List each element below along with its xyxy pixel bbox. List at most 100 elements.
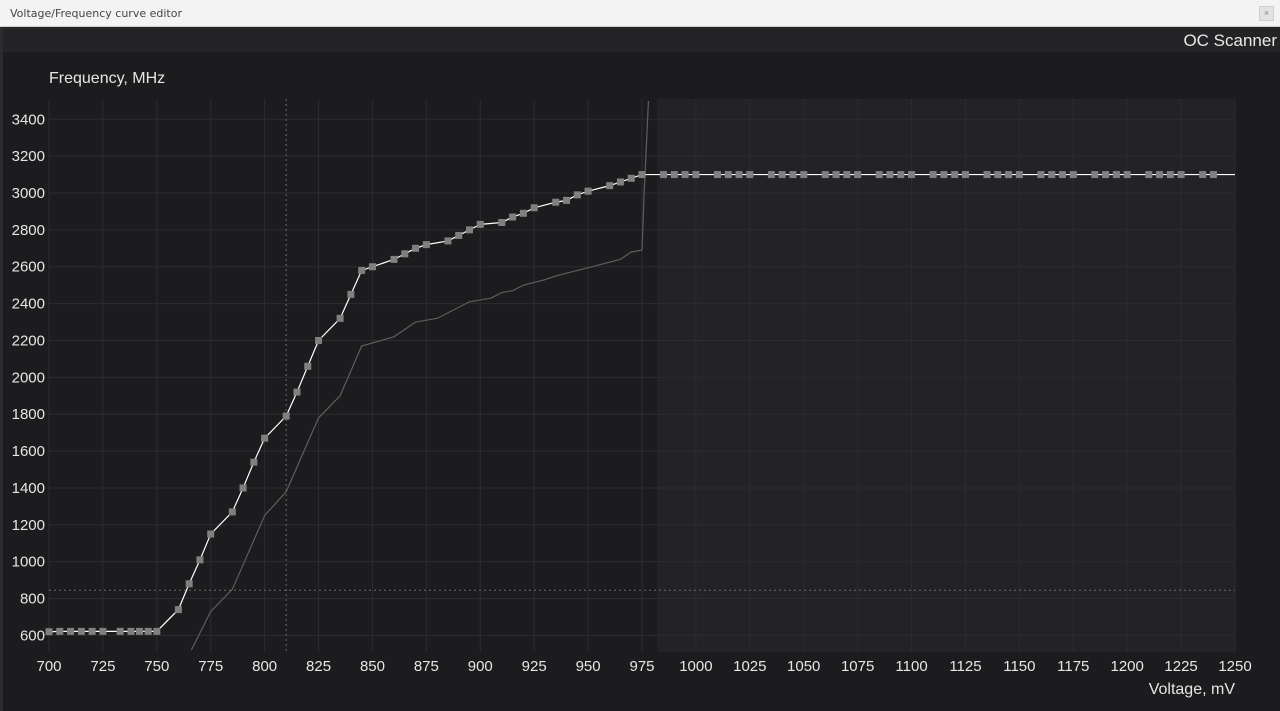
curve-point[interactable] [390,255,398,263]
curve-point[interactable] [886,171,894,179]
curve-point[interactable] [713,171,721,179]
curve-point[interactable] [412,244,420,252]
curve-point[interactable] [250,458,258,466]
curve-point[interactable] [519,209,527,217]
curve-point[interactable] [304,362,312,370]
curve-point[interactable] [174,606,182,614]
curve-point[interactable] [832,171,840,179]
curve-point[interactable] [368,263,376,271]
curve-point[interactable] [789,171,797,179]
curve-point[interactable] [1166,171,1174,179]
curve-point[interactable] [1102,171,1110,179]
curve-point[interactable] [940,171,948,179]
curve-point[interactable] [99,627,107,635]
curve-point[interactable] [56,627,64,635]
x-axis-label: Voltage, mV [1149,681,1236,698]
curve-point[interactable] [196,556,204,564]
curve-point[interactable] [185,580,193,588]
curve-point[interactable] [1177,171,1185,179]
curve-point[interactable] [77,627,85,635]
curve-point[interactable] [660,171,668,179]
curve-point[interactable] [239,484,247,492]
curve-point[interactable] [261,434,269,442]
curve-point[interactable] [444,237,452,245]
curve-point[interactable] [498,219,506,227]
curve-point[interactable] [1112,171,1120,179]
curve-point[interactable] [552,198,560,206]
curve-point[interactable] [530,204,538,212]
curve-point[interactable] [422,241,430,249]
y-axis-label: Frequency, MHz [49,70,165,87]
curve-point[interactable] [293,388,301,396]
curve-point[interactable] [127,627,135,635]
curve-point[interactable] [1145,171,1153,179]
curve-point[interactable] [153,627,161,635]
curve-point[interactable] [670,171,678,179]
curve-point[interactable] [627,174,635,182]
x-tick-label: 950 [576,658,601,675]
curve-point[interactable] [315,336,323,344]
curve-point[interactable] [1037,171,1045,179]
curve-point[interactable] [1048,171,1056,179]
curve-point[interactable] [951,171,959,179]
curve-point[interactable] [136,627,144,635]
curve-point[interactable] [821,171,829,179]
curve-point[interactable] [692,171,700,179]
curve-point[interactable] [88,627,96,635]
x-tick-label: 1150 [1003,658,1035,675]
curve-point[interactable] [746,171,754,179]
curve-point[interactable] [961,171,969,179]
curve-point[interactable] [983,171,991,179]
curve-point[interactable] [1156,171,1164,179]
vf-curve-chart[interactable]: 700 725 750 775 800 825 850 875 900 925 950 975 1000… [0,0,1280,711]
curve-point[interactable] [465,226,473,234]
curve-point[interactable] [1123,171,1131,179]
curve-point[interactable] [358,266,366,274]
curve-point[interactable] [1199,171,1207,179]
curve-point[interactable] [45,628,53,636]
curve-point[interactable] [573,191,581,199]
curve-point[interactable] [724,171,732,179]
curve-point[interactable] [584,187,592,195]
curve-point[interactable] [908,171,916,179]
curve-point[interactable] [929,171,937,179]
curve-point[interactable] [144,627,152,635]
curve-point[interactable] [476,220,484,228]
curve-point[interactable] [897,171,905,179]
curve-point[interactable] [116,627,124,635]
curve-point[interactable] [336,314,344,322]
curve-point[interactable] [1058,171,1066,179]
curve-point[interactable] [767,171,775,179]
curve-point[interactable] [1209,171,1217,179]
curve-point[interactable] [401,250,409,258]
curve-point[interactable] [563,196,571,204]
y-tick-label: 2400 [12,296,45,313]
curve-point[interactable] [1015,171,1023,179]
curve-point[interactable] [455,231,463,239]
curve-point[interactable] [509,213,517,221]
curve-point[interactable] [616,178,624,186]
curve-point[interactable] [854,171,862,179]
curve-point[interactable] [606,182,614,190]
curve-point[interactable] [282,412,290,420]
curve-point[interactable] [347,290,355,298]
x-tick-label: 850 [360,658,385,675]
curve-point[interactable] [843,171,851,179]
curve-point[interactable] [1091,171,1099,179]
curve-point[interactable] [735,171,743,179]
y-tick-label: 1400 [12,480,45,497]
curve-point[interactable] [1005,171,1013,179]
curve-point[interactable] [994,171,1002,179]
curve-point[interactable] [207,530,215,538]
curve-point[interactable] [875,171,883,179]
curve-point[interactable] [638,171,646,179]
curve-point[interactable] [778,171,786,179]
curve-point[interactable] [681,171,689,179]
y-tick-label: 2000 [12,369,45,386]
curve-point[interactable] [800,171,808,179]
curve-point[interactable] [1069,171,1077,179]
y-tick-label: 3400 [12,111,45,128]
curve-point[interactable] [67,627,75,635]
y-tick-label: 1800 [12,406,45,423]
curve-point[interactable] [228,508,236,516]
